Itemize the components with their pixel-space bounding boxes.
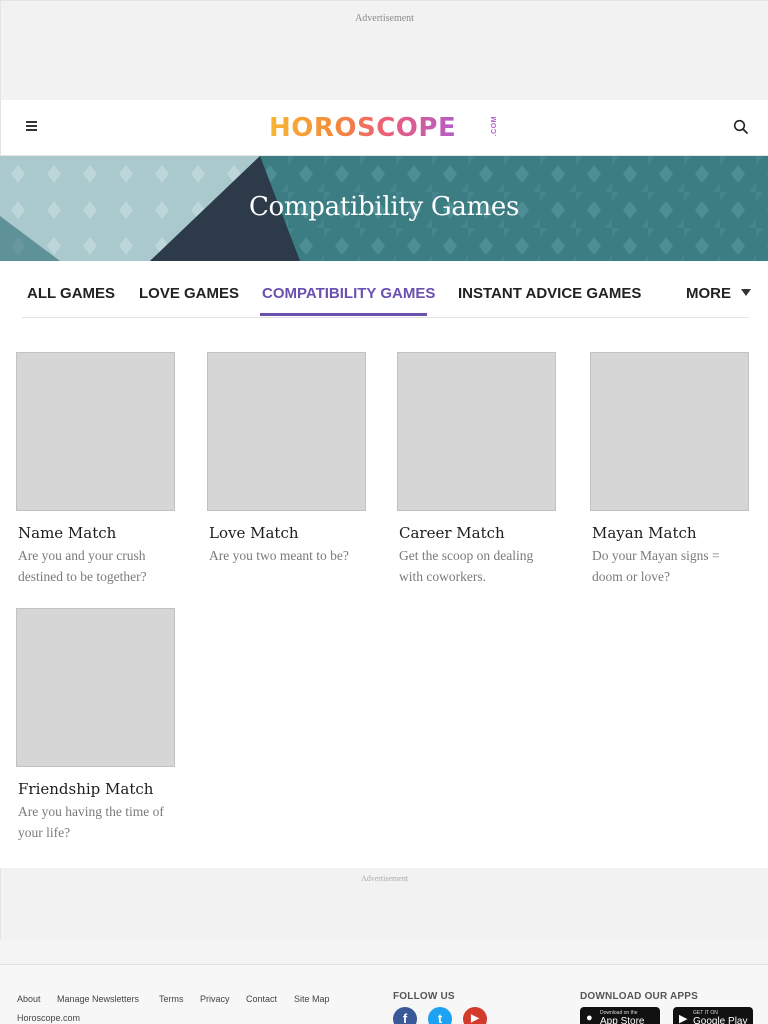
game-title: Friendship Match <box>18 780 154 798</box>
game-thumbnail <box>590 352 749 511</box>
logo-wordmark: HOROSCOPE <box>269 113 457 143</box>
game-thumbnail <box>16 608 175 767</box>
category-tabs: ALL GAMES LOVE GAMES COMPATIBILITY GAMES… <box>0 261 768 334</box>
follow-us-heading: FOLLOW US <box>393 991 455 1002</box>
hero-banner: Compatibility Games <box>0 156 768 261</box>
facebook-icon[interactable]: f <box>393 1007 417 1024</box>
footer-site-name: Horoscope.com <box>17 1013 81 1023</box>
tab-compatibility-games[interactable]: COMPATIBILITY GAMES <box>262 285 435 302</box>
google-play-icon: ▶ <box>679 1013 688 1024</box>
tab-instant-advice-games[interactable]: INSTANT ADVICE GAMES <box>458 285 641 302</box>
apple-icon: ● <box>586 1012 593 1024</box>
game-description: Get the scoop on dealing with coworkers. <box>399 548 534 584</box>
tab-more[interactable]: MORE <box>686 285 751 302</box>
game-card-mayan-match[interactable]: Mayan Match Do your Mayan signs = doom o… <box>590 352 768 587</box>
game-card-name-match[interactable]: Name Match Are you and your crush destin… <box>16 352 196 587</box>
ad-label: Advertisement <box>360 874 409 883</box>
bottom-advertisement: Advertisement <box>0 868 768 940</box>
game-thumbnail <box>397 352 556 511</box>
game-title: Mayan Match <box>592 524 697 542</box>
store-name: Google Play <box>693 1016 748 1024</box>
game-title: Love Match <box>209 524 299 542</box>
game-title: Name Match <box>18 524 117 542</box>
ad-label: Advertisement <box>355 13 414 24</box>
footer-link-contact[interactable]: Contact <box>246 994 277 1004</box>
game-card-love-match[interactable]: Love Match Are you two meant to be? <box>207 352 387 566</box>
game-description: Do your Mayan signs = doom or love? <box>592 548 720 584</box>
app-store-button[interactable]: ● Download on the App Store <box>580 1007 660 1024</box>
game-description: Are you having the time of your life? <box>18 804 164 840</box>
hamburger-menu-icon[interactable] <box>23 117 41 135</box>
footer-link-terms[interactable]: Terms <box>159 994 184 1004</box>
footer-link-sitemap[interactable]: Site Map <box>294 994 330 1004</box>
game-card-career-match[interactable]: Career Match Get the scoop on dealing wi… <box>397 352 577 587</box>
footer-link-privacy[interactable]: Privacy <box>200 994 230 1004</box>
footer-link-about[interactable]: About <box>17 994 41 1004</box>
twitter-icon[interactable]: t <box>428 1007 452 1024</box>
caret-down-icon <box>741 289 751 296</box>
logo-suffix: .COM <box>491 116 498 137</box>
game-description: Are you two meant to be? <box>209 548 349 563</box>
site-footer: About Manage Newsletters Terms Privacy C… <box>0 964 768 1024</box>
tab-all-games[interactable]: ALL GAMES <box>27 285 115 302</box>
footer-link-newsletters[interactable]: Manage Newsletters <box>57 994 139 1004</box>
games-grid: Name Match Are you and your crush destin… <box>0 334 768 868</box>
game-title: Career Match <box>399 524 505 542</box>
tab-love-games[interactable]: LOVE GAMES <box>139 285 239 302</box>
game-description: Are you and your crush destined to be to… <box>18 548 147 584</box>
search-icon[interactable] <box>732 118 750 136</box>
game-thumbnail <box>16 352 175 511</box>
more-label: MORE <box>686 285 731 302</box>
site-logo[interactable]: HOROSCOPE .COM <box>269 112 503 144</box>
site-header: HOROSCOPE .COM <box>0 100 768 156</box>
top-advertisement: Advertisement <box>0 0 768 100</box>
store-name: App Store <box>600 1016 645 1024</box>
download-apps-heading: DOWNLOAD OUR APPS <box>580 991 699 1002</box>
tabs-divider <box>22 317 749 318</box>
game-thumbnail <box>207 352 366 511</box>
youtube-icon[interactable]: ▶ <box>463 1007 487 1024</box>
game-card-friendship-match[interactable]: Friendship Match Are you having the time… <box>16 608 196 843</box>
google-play-button[interactable]: ▶ GET IT ON Google Play <box>673 1007 753 1024</box>
active-tab-indicator <box>260 313 427 316</box>
page-title: Compatibility Games <box>248 192 520 222</box>
